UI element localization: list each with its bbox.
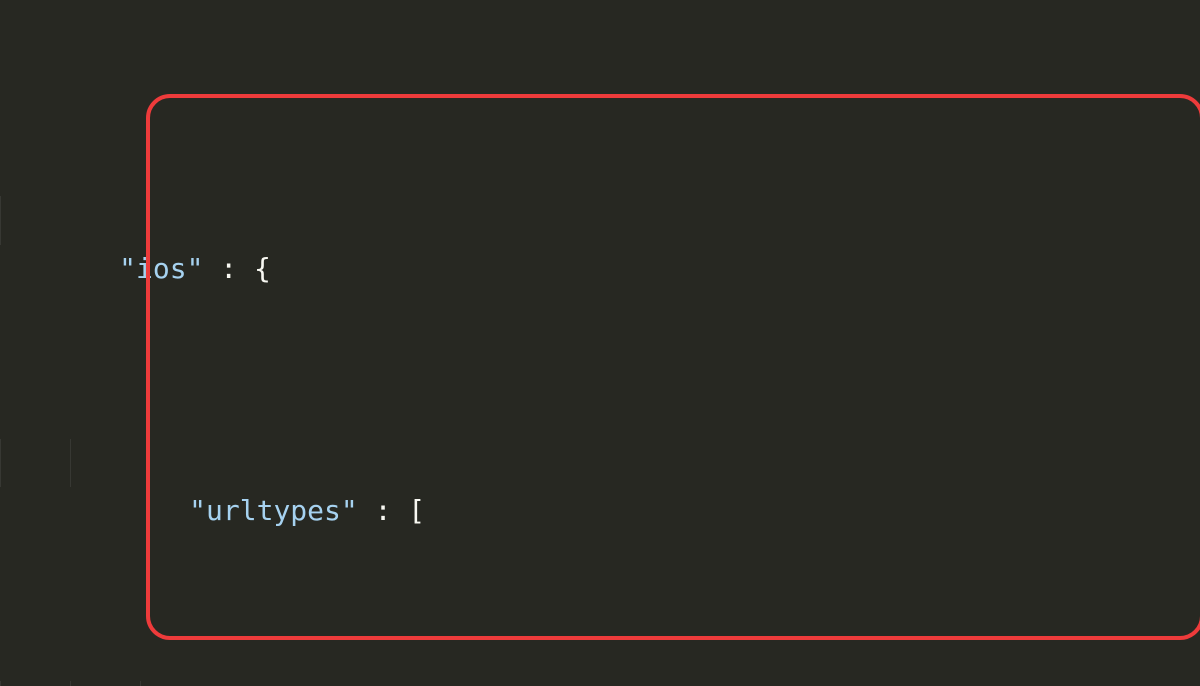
code-editor[interactable]: "ios" : { "urltypes" : [ { "urlschemes" … [0,0,1200,686]
json-key-ios: "ios" [119,252,203,285]
code-line: "urltypes" : [ [0,439,1200,488]
code-line: { [0,681,1200,686]
code-line: "ios" : { [0,196,1200,245]
json-key-urltypes: "urltypes" [189,494,358,527]
